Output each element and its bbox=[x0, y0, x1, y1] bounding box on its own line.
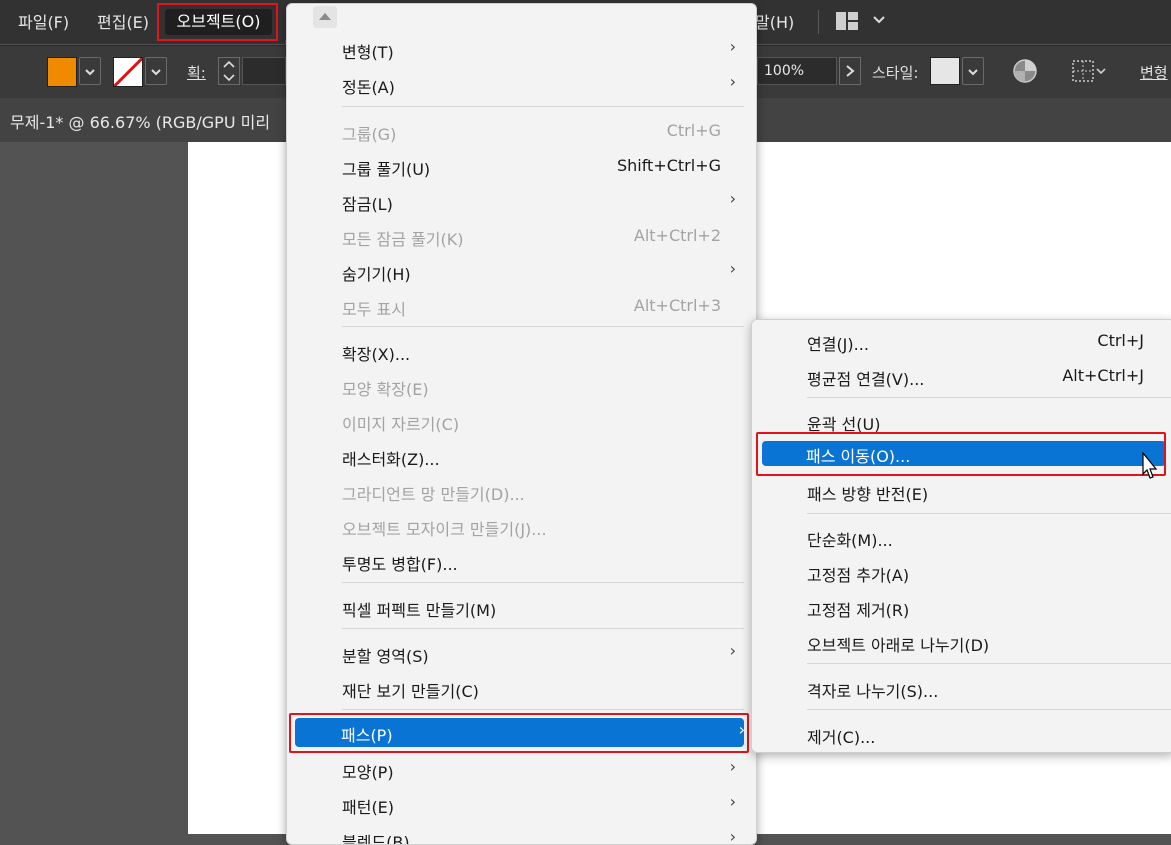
menu-separator bbox=[342, 628, 744, 629]
fill-dropdown-button[interactable] bbox=[79, 57, 101, 85]
menu-item-shape[interactable]: 모양(P) › bbox=[287, 752, 756, 787]
menu-separator bbox=[342, 106, 744, 107]
recolor-artwork-icon[interactable] bbox=[1012, 58, 1038, 88]
menu-separator bbox=[807, 397, 1171, 398]
menu-item-make-pixel-perfect[interactable]: 픽셀 퍼펙트 만들기(M) bbox=[287, 590, 756, 625]
canvas-pasteboard bbox=[0, 142, 188, 834]
menu-file[interactable]: 파일(F) bbox=[18, 9, 69, 33]
menu-item-transform[interactable]: 변형(T) › bbox=[287, 32, 756, 67]
menu-item-ungroup[interactable]: 그룹 풀기(U) Shift+Ctrl+G bbox=[287, 149, 756, 184]
opacity-arrow-button[interactable] bbox=[839, 57, 861, 85]
graphic-style-swatch[interactable] bbox=[930, 57, 960, 85]
stroke-color-swatch[interactable] bbox=[113, 57, 143, 87]
menu-item-rasterize[interactable]: 래스터화(Z)... bbox=[287, 439, 756, 474]
chevron-right-icon: › bbox=[729, 189, 736, 208]
submenu-item-clean-up[interactable]: 제거(C)... bbox=[752, 717, 1171, 752]
menu-separator bbox=[807, 709, 1171, 710]
stroke-weight-input[interactable] bbox=[242, 57, 286, 85]
chevron-right-icon: › bbox=[729, 792, 736, 811]
menu-separator bbox=[342, 582, 744, 583]
style-dropdown-button[interactable] bbox=[962, 57, 984, 85]
align-grid-icon[interactable] bbox=[1070, 58, 1110, 88]
workspace-layout-icon[interactable] bbox=[836, 12, 862, 34]
menu-item-create-trim-marks[interactable]: 재단 보기 만들기(C) bbox=[287, 671, 756, 706]
menu-item-show-all[interactable]: 모두 표시 Alt+Ctrl+3 bbox=[287, 289, 756, 324]
path-submenu: 연결(J)... Ctrl+J 평균점 연결(V)... Alt+Ctrl+J 윤곽… bbox=[751, 319, 1171, 753]
menu-item-slice[interactable]: 분할 영역(S) › bbox=[287, 636, 756, 671]
chevron-right-icon: › bbox=[729, 37, 736, 56]
document-tab-title[interactable]: 무제-1* @ 66.67% (RGB/GPU 미리 bbox=[10, 109, 270, 133]
menu-item-expand-appearance[interactable]: 모양 확장(E) bbox=[287, 369, 756, 404]
menu-item-hide[interactable]: 숨기기(H) › bbox=[287, 254, 756, 289]
stroke-dropdown-button[interactable] bbox=[145, 57, 167, 85]
menu-item-expand[interactable]: 확장(X)... bbox=[287, 334, 756, 369]
menu-item-group[interactable]: 그룹(G) Ctrl+G bbox=[287, 114, 756, 149]
style-label: 스타일: bbox=[872, 64, 919, 82]
menu-object[interactable]: 오브젝트(O) bbox=[165, 9, 272, 35]
menu-item-flatten-transparency[interactable]: 투명도 병합(F)... bbox=[287, 544, 756, 579]
menu-item-pattern[interactable]: 패턴(E) › bbox=[287, 787, 756, 822]
chevron-down-icon[interactable] bbox=[872, 12, 886, 31]
menu-item-crop-image[interactable]: 이미지 자르기(C) bbox=[287, 404, 756, 439]
menu-separator bbox=[342, 326, 744, 327]
chevron-right-icon: › bbox=[738, 720, 745, 739]
menu-item-path[interactable]: 패스(P) › bbox=[286, 715, 755, 750]
opacity-input[interactable]: 100% bbox=[757, 57, 837, 85]
fill-color-swatch[interactable] bbox=[47, 57, 77, 87]
chevron-right-icon: › bbox=[729, 72, 736, 91]
stroke-weight-stepper[interactable] bbox=[218, 57, 240, 85]
submenu-item-offset-path[interactable]: 패스 이동(O)... bbox=[751, 436, 1171, 471]
menu-edit[interactable]: 편집(E) bbox=[97, 9, 149, 33]
submenu-item-join[interactable]: 연결(J)... Ctrl+J bbox=[752, 324, 1171, 359]
chevron-right-icon: › bbox=[729, 641, 736, 660]
menubar-divider bbox=[818, 10, 819, 34]
menu-help[interactable]: 말(H) bbox=[755, 9, 794, 33]
mouse-cursor-icon bbox=[1138, 451, 1164, 490]
submenu-item-remove-anchor-points[interactable]: 고정점 제거(R) bbox=[752, 590, 1171, 625]
chevron-right-icon: › bbox=[729, 757, 736, 776]
menu-item-lock[interactable]: 잠금(L) › bbox=[287, 184, 756, 219]
menu-item-create-gradient-mesh[interactable]: 그라디언트 망 만들기(D)... bbox=[287, 474, 756, 509]
submenu-item-add-anchor-points[interactable]: 고정점 추가(A) bbox=[752, 555, 1171, 590]
scroll-up-button[interactable] bbox=[313, 6, 337, 28]
menu-separator bbox=[342, 709, 744, 710]
menu-item-unlock-all[interactable]: 모든 잠금 풀기(K) Alt+Ctrl+2 bbox=[287, 219, 756, 254]
submenu-item-split-into-grid[interactable]: 격자로 나누기(S)... bbox=[752, 671, 1171, 706]
menu-separator bbox=[807, 513, 1171, 514]
transform-link[interactable]: 변형 bbox=[1140, 62, 1168, 83]
menu-item-arrange[interactable]: 정돈(A) › bbox=[287, 67, 756, 102]
submenu-item-divide-objects-below[interactable]: 오브젝트 아래로 나누기(D) bbox=[752, 625, 1171, 660]
submenu-item-reverse-path-direction[interactable]: 패스 방향 반전(E) bbox=[752, 474, 1171, 509]
menu-separator bbox=[807, 663, 1171, 664]
submenu-item-simplify[interactable]: 단순화(M)... bbox=[752, 520, 1171, 555]
submenu-item-average[interactable]: 평균점 연결(V)... Alt+Ctrl+J bbox=[752, 359, 1171, 394]
chevron-right-icon: › bbox=[729, 827, 736, 845]
menu-item-create-object-mosaic[interactable]: 오브젝트 모자이크 만들기(J)... bbox=[287, 509, 756, 544]
chevron-right-icon: › bbox=[729, 259, 736, 278]
stroke-weight-label: 획: bbox=[187, 64, 206, 82]
